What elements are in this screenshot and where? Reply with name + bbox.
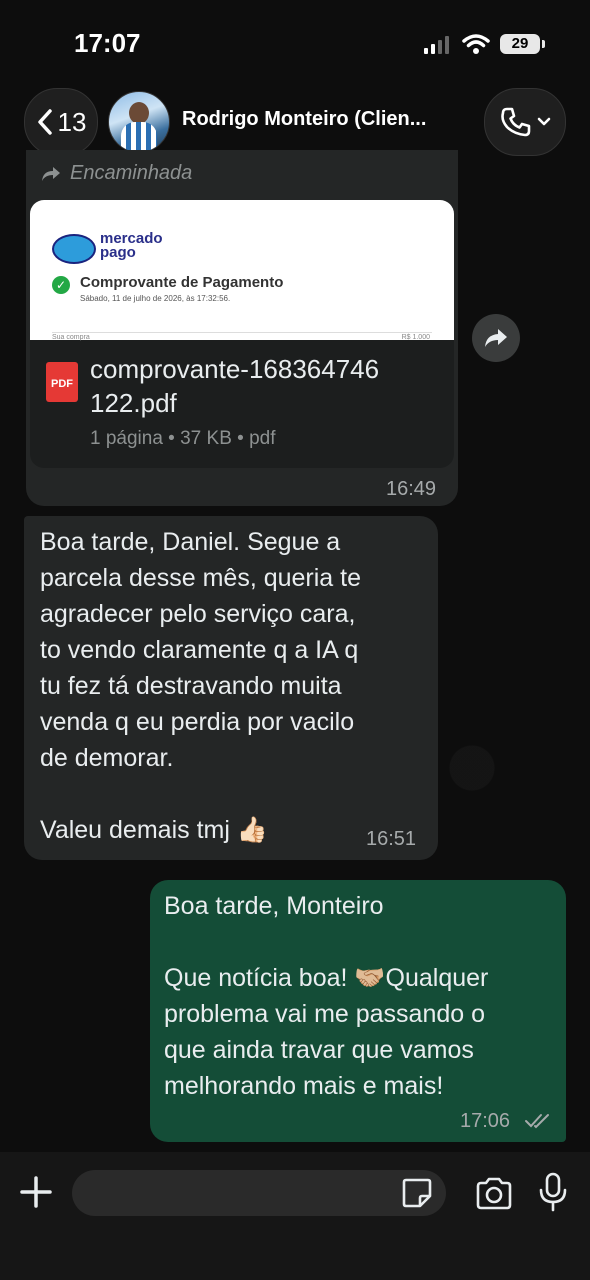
receipt-sub-right: R$ 1.000 <box>401 334 430 341</box>
chat-header: 13 Rodrigo Monteiro (Clien... <box>0 88 590 156</box>
plus-icon[interactable] <box>18 1174 54 1210</box>
brand-text: mercado pago <box>100 230 163 261</box>
receipt-sub-left: Sua compra <box>52 334 90 341</box>
mercado-pago-logo-icon <box>52 234 96 264</box>
composer-bar <box>0 1152 590 1280</box>
forward-button[interactable] <box>472 314 520 362</box>
message-time: 16:49 <box>386 478 437 500</box>
message-time: 16:51 <box>366 828 417 850</box>
check-icon: ✓ <box>52 276 70 294</box>
receipt-date: Sábado, 11 de julho de 2026, às 17:32:56… <box>80 294 231 303</box>
divider <box>52 332 432 333</box>
double-check-icon <box>525 1114 549 1129</box>
chevron-left-icon <box>37 109 52 135</box>
pdf-file-icon: PDF <box>46 362 78 402</box>
status-bar: 17:07 29 <box>0 0 590 88</box>
forward-arrow-icon <box>42 166 60 181</box>
message-input[interactable] <box>72 1170 446 1216</box>
outgoing-message-text: Boa tarde, Monteiro Que notícia boa! 🤝🏼Q… <box>164 892 489 1100</box>
battery-indicator: 29 <box>500 34 545 54</box>
document-meta: 1 página • 37 KB • pdf <box>90 428 276 449</box>
camera-icon[interactable] <box>474 1174 514 1214</box>
chevron-down-icon <box>537 117 551 126</box>
document-file-name: comprovante-168364746 122.pdf <box>90 354 380 418</box>
cellular-signal-icon <box>424 36 449 54</box>
status-time: 17:07 <box>74 28 141 58</box>
forwarded-label: Encaminhada <box>40 162 192 185</box>
incoming-message[interactable]: Boa tarde, Daniel. Segue a parcela desse… <box>24 516 438 860</box>
unread-count: 13 <box>57 106 87 137</box>
incoming-message-text: Boa tarde, Daniel. Segue a parcela desse… <box>40 528 362 844</box>
phone-icon <box>501 107 531 137</box>
receipt-title: Comprovante de Pagamento <box>80 274 284 291</box>
forward-icon <box>485 329 507 347</box>
microphone-icon[interactable] <box>536 1172 570 1212</box>
call-button[interactable] <box>484 88 566 156</box>
document-card[interactable]: mercado pago ✓ Comprovante de Pagamento … <box>30 200 454 468</box>
message-time: 17:06 <box>460 1110 511 1132</box>
contact-name[interactable]: Rodrigo Monteiro (Clien... <box>182 108 426 131</box>
outgoing-message[interactable]: Boa tarde, Monteiro Que notícia boa! 🤝🏼Q… <box>150 880 566 1142</box>
sticker-icon[interactable] <box>400 1176 434 1210</box>
avatar[interactable] <box>108 91 170 153</box>
back-button[interactable]: 13 <box>24 88 98 156</box>
wifi-icon <box>462 34 490 54</box>
document-preview[interactable]: mercado pago ✓ Comprovante de Pagamento … <box>30 200 454 341</box>
